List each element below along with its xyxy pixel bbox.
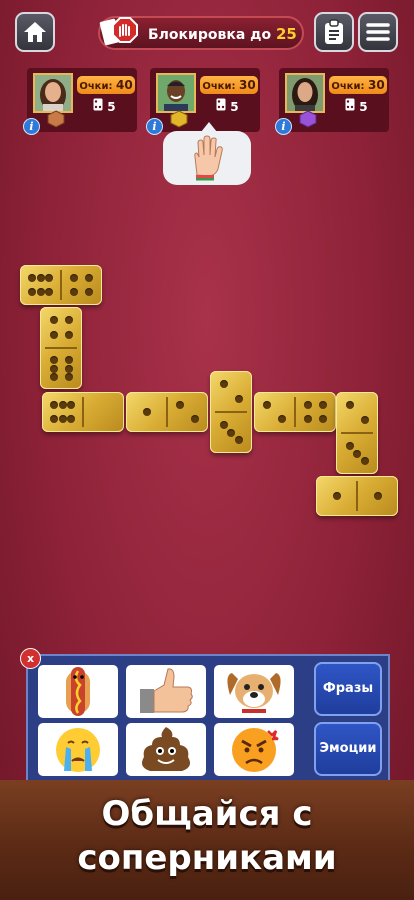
domino-pip (345, 401, 354, 410)
domino-pip (304, 401, 313, 409)
domino-pip (190, 415, 199, 423)
domino-divider (341, 432, 373, 434)
emoji-panel: Фразы Эмоции (26, 654, 390, 782)
domino-pip (70, 274, 79, 282)
domino-divider (45, 347, 77, 349)
game-board (0, 0, 414, 640)
domino-pip (227, 428, 235, 437)
emoji-crying[interactable] (38, 723, 118, 776)
domino-pip (277, 415, 286, 423)
domino-pip (49, 373, 58, 382)
domino-pip (318, 415, 327, 423)
poop-icon (142, 727, 190, 771)
domino-tile (316, 476, 398, 516)
domino-pip (49, 316, 58, 325)
hotdog-icon (66, 667, 90, 716)
domino-pip (142, 408, 151, 416)
domino-pip (176, 401, 185, 409)
emoji-angry[interactable] (214, 723, 294, 776)
domino-pip (67, 415, 76, 423)
domino-divider (356, 481, 358, 511)
domino-pip (58, 401, 67, 409)
domino-pip (64, 355, 73, 364)
domino-pip (64, 330, 73, 339)
emoji-hotdog[interactable] (38, 665, 118, 718)
angry-face-icon (232, 728, 279, 772)
domino-tile (210, 371, 252, 453)
domino-pip (64, 316, 73, 325)
promo-banner: Общайся с соперниками (0, 780, 414, 900)
domino-pip (49, 330, 58, 339)
domino-tile (126, 392, 208, 432)
domino-pip (345, 442, 354, 451)
domino-pip (84, 288, 93, 296)
domino-divider (166, 397, 168, 427)
domino-pip (353, 449, 361, 458)
domino-pip (49, 401, 58, 409)
domino-pip (373, 492, 382, 500)
emotions-button[interactable]: Эмоции (314, 722, 382, 776)
domino-pip (360, 456, 369, 465)
domino-pip (27, 274, 36, 282)
domino-pip (58, 415, 67, 423)
domino-pip (332, 492, 341, 500)
domino-tile (254, 392, 336, 432)
domino-divider (82, 397, 84, 427)
crying-face-icon (56, 728, 100, 772)
emoji-poop[interactable] (126, 723, 206, 776)
domino-pip (49, 415, 58, 423)
domino-pip (45, 288, 54, 296)
domino-pip (36, 274, 45, 282)
domino-pip (219, 421, 228, 430)
domino-pip (70, 288, 79, 296)
domino-pip (67, 401, 76, 409)
domino-pip (234, 435, 243, 444)
domino-pip (64, 373, 73, 382)
domino-pip (263, 401, 272, 409)
domino-pip (84, 274, 93, 282)
domino-pip (64, 364, 73, 373)
domino-pip (219, 380, 228, 389)
domino-divider (60, 270, 62, 300)
domino-pip (36, 288, 45, 296)
dog-icon (227, 673, 281, 713)
domino-pip (49, 355, 58, 364)
emoji-dog[interactable] (214, 665, 294, 718)
emoji-thumbs-up[interactable] (126, 665, 206, 718)
promo-line-2: соперниками (77, 838, 337, 878)
domino-pip (234, 394, 243, 403)
domino-pip (318, 401, 327, 409)
domino-tile (336, 392, 378, 474)
domino-pip (360, 415, 369, 424)
domino-pip (27, 288, 36, 296)
close-panel-button[interactable]: x (20, 648, 41, 669)
domino-pip (45, 274, 54, 282)
promo-line-1: Общайся с (101, 794, 313, 834)
domino-pip (49, 364, 58, 373)
domino-divider (294, 397, 296, 427)
domino-divider (215, 411, 247, 413)
domino-pip (304, 415, 313, 423)
phrases-button[interactable]: Фразы (314, 662, 382, 716)
domino-tile (40, 307, 82, 389)
domino-tile (42, 392, 124, 432)
domino-tile (20, 265, 102, 305)
thumbs-up-icon (140, 668, 193, 713)
